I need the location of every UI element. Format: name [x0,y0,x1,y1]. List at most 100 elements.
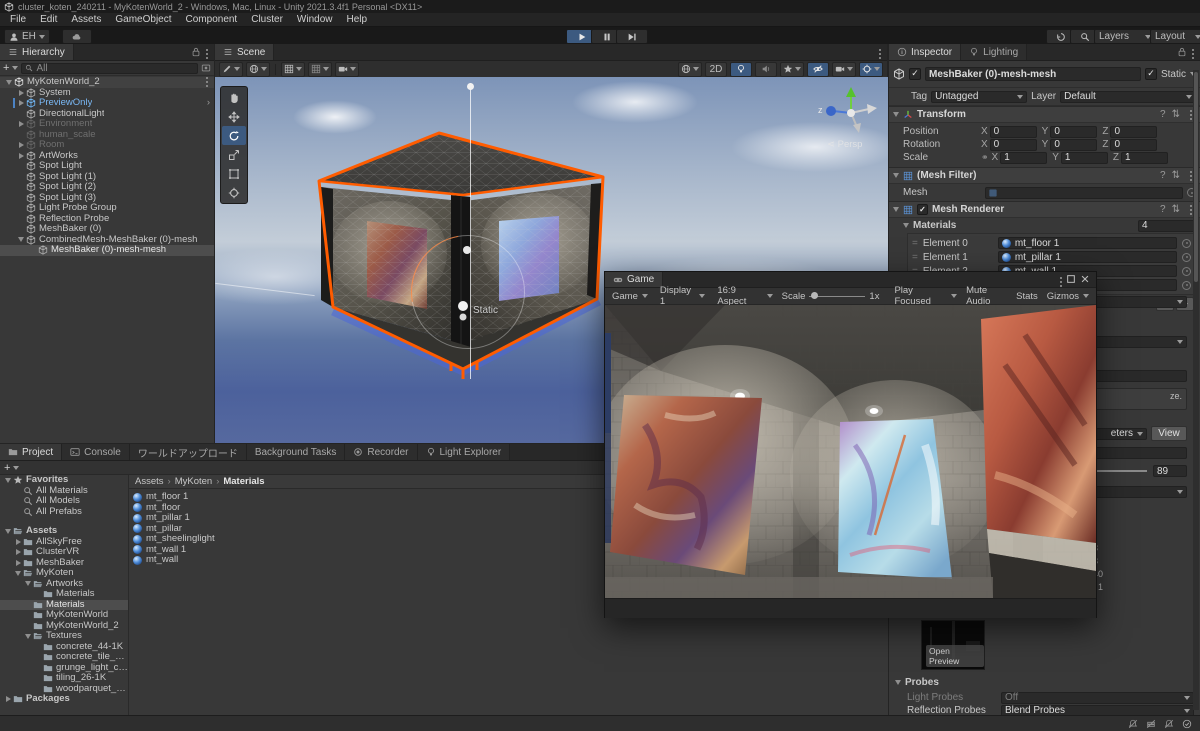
presets-icon[interactable]: ⇅ [1172,204,1180,215]
rotate-tool[interactable] [222,126,246,145]
gizmos-toggle-dropdown[interactable] [859,61,883,77]
hierarchy-item[interactable]: DirectionalLight [0,109,214,120]
component-menu-icon[interactable] [1190,174,1192,177]
project-create-button[interactable]: + [4,462,10,474]
menu-file[interactable]: File [4,14,32,25]
project-tree-item[interactable]: Packages [0,694,128,705]
game-window[interactable]: Game Game Display 1 16:9 Aspect Scale 1x… [604,271,1097,618]
object-picker-icon[interactable] [1182,280,1191,290]
project-tree-item[interactable]: MyKotenWorld [0,610,128,621]
create-dropdown-icon[interactable] [12,66,19,70]
project-tree-item[interactable]: concrete_44-1K [0,642,128,653]
project-tree-item[interactable]: woodparquet_78-1K [0,684,128,695]
mesh-renderer-header[interactable]: ✓ Mesh Renderer ? ⇅ [889,201,1200,218]
presets-icon[interactable]: ⇅ [1172,109,1180,120]
project-tree-item[interactable]: concrete_tile_3-1K [0,652,128,663]
menu-assets[interactable]: Assets [65,14,107,25]
game-viewport[interactable] [605,305,1096,598]
scene-menu-icon[interactable] [879,53,881,55]
scene-visibility-toggle[interactable] [807,61,829,77]
gizmo-axis-handle[interactable] [467,83,474,90]
hierarchy-item[interactable]: MyKotenWorld_2 [0,77,214,88]
hierarchy-item[interactable]: ArtWorks [0,151,214,162]
foldout-arrow[interactable] [16,89,26,96]
foldout-arrow[interactable] [16,142,26,149]
move-tool[interactable] [222,107,246,126]
hierarchy-item[interactable]: MeshBaker (0)-mesh-mesh [0,245,214,256]
hierarchy-menu-icon[interactable] [206,53,208,55]
aspect-ratio-dropdown[interactable]: 16:9 Aspect [714,285,775,307]
view-button[interactable]: View [1151,426,1187,441]
2d-toggle[interactable]: 2D [705,61,727,77]
tab-console[interactable]: Console [62,444,130,460]
mesh-object-field[interactable] [985,186,1183,199]
project-tree-item[interactable]: MyKoten [0,568,128,579]
hierarchy-item[interactable]: PreviewOnly › [0,98,214,109]
scale-link-icon[interactable]: ⚭ [981,152,989,163]
slider-value-field[interactable]: 89 [1153,465,1187,477]
project-tree-item[interactable]: Favorites [0,475,128,486]
menu-component[interactable]: Component [180,14,244,25]
static-checkbox[interactable]: ✓ [1144,68,1157,80]
material-object-field[interactable]: mt_pillar 1 [997,251,1177,263]
collab-offline-icon[interactable] [1164,719,1174,729]
position-x-field[interactable]: 0 [989,125,1037,138]
game-menu-icon[interactable] [1060,281,1062,283]
project-tree-item[interactable]: Materials [0,599,128,610]
cache-server-disabled-icon[interactable] [1146,719,1156,729]
object-picker-icon[interactable] [1182,252,1191,262]
rotation-z-field[interactable]: 0 [1110,138,1158,151]
hierarchy-item[interactable]: MeshBaker (0) [0,224,214,235]
hierarchy-item[interactable]: Room [0,140,214,151]
materials-foldout[interactable]: Materials 4 [889,218,1200,233]
scene-audio-toggle[interactable] [755,61,777,77]
persp-label[interactable]: ⋖ Persp [827,139,862,150]
progress-ok-icon[interactable] [1182,719,1192,729]
foldout-arrow[interactable] [3,696,13,703]
scale-x-field[interactable]: 1 [1000,151,1048,164]
layers-dropdown[interactable]: Layers [1094,29,1156,44]
scene-effects-dropdown[interactable] [780,61,804,77]
hierarchy-item[interactable]: System [0,88,214,99]
hierarchy-item[interactable]: Spot Light (3) [0,193,214,204]
tab-ワールドアップロード[interactable]: ワールドアップロード [129,444,247,460]
account-button[interactable]: EH [4,29,50,44]
rotation-x-field[interactable]: 0 [989,138,1037,151]
stats-toggle[interactable]: Stats [1016,291,1038,302]
mesh-filter-header[interactable]: (Mesh Filter) ? ⇅ [889,167,1200,184]
foldout-arrow[interactable] [16,100,26,107]
project-tree-item[interactable]: All Prefabs [0,507,128,518]
notifications-muted-icon[interactable] [1128,719,1138,729]
foldout-arrow[interactable] [13,549,23,556]
draw-mode-dropdown[interactable] [219,61,243,77]
probes-foldout[interactable]: Probes [889,676,1200,689]
tab-inspector[interactable]: Inspector [889,44,962,60]
lock-icon[interactable] [191,47,201,57]
help-icon[interactable]: ? [1160,109,1166,120]
object-name-field[interactable]: MeshBaker (0)-mesh-mesh [925,67,1141,81]
create-button[interactable]: + [3,62,9,74]
hierarchy-item[interactable]: Spot Light (1) [0,172,214,183]
tab-recorder[interactable]: Recorder [345,444,418,460]
shading-mode-dropdown[interactable] [678,61,702,77]
project-tree-item[interactable]: All Models [0,496,128,507]
game-gizmos-dropdown[interactable]: Gizmos [1044,289,1092,303]
play-focused-dropdown[interactable]: Play Focused [891,285,960,307]
scene-picking-icon[interactable] [201,63,211,73]
project-tree-item[interactable]: grunge_light_ceramic_2 [0,663,128,674]
cloud-button[interactable] [62,29,92,44]
reflection-probes-dropdown[interactable]: Blend Probes [1001,704,1194,715]
foldout-arrow[interactable] [4,79,14,85]
foldout-arrow[interactable] [23,581,33,587]
component-menu-icon[interactable] [1190,113,1192,116]
tab-background-tasks[interactable]: Background Tasks [246,444,346,460]
breadcrumb-item[interactable]: Assets [135,476,164,487]
drag-handle-icon[interactable]: = [912,252,918,263]
project-tree-item[interactable]: tiling_26-1K [0,673,128,684]
close-icon[interactable] [1080,274,1090,284]
foldout-arrow[interactable] [16,237,26,243]
foldout-arrow[interactable] [16,152,26,159]
position-y-field[interactable]: 0 [1050,125,1098,138]
foldout-arrow[interactable] [16,121,26,128]
transform-header[interactable]: Transform ? ⇅ [889,106,1200,123]
